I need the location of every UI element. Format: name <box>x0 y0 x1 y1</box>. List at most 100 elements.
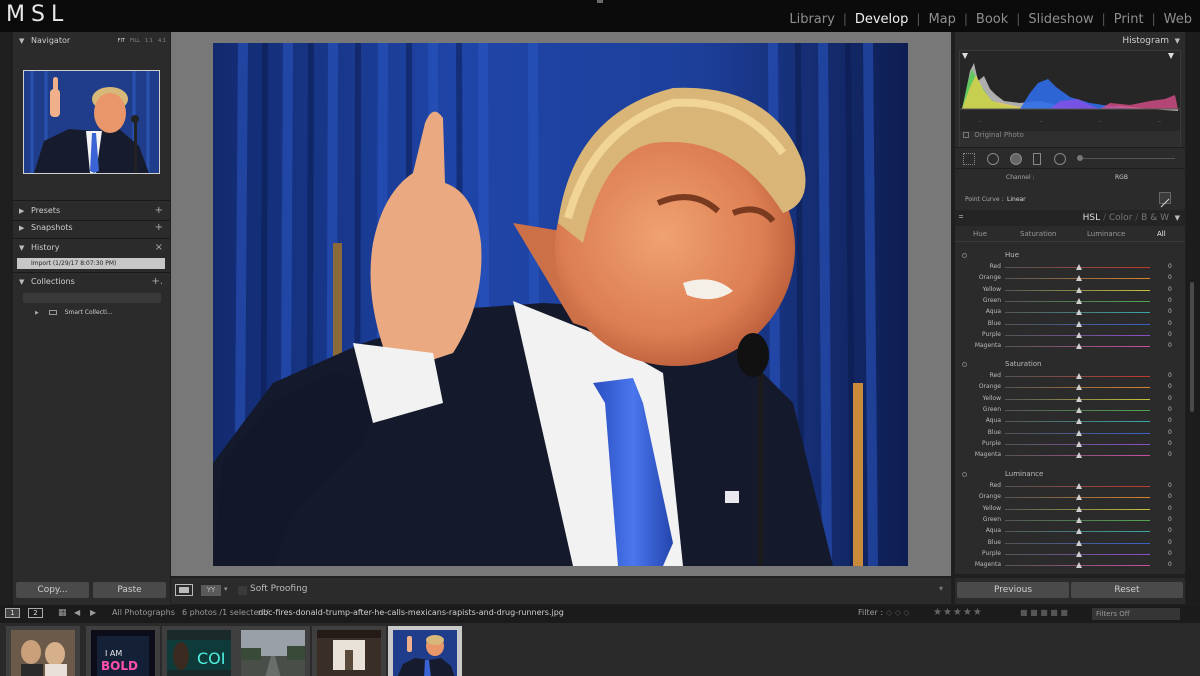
point-curve-edit-icon[interactable] <box>1159 192 1171 208</box>
color-label-filter[interactable]: ■ ■ ■ ■ ■ <box>1020 608 1068 617</box>
slider-value[interactable]: 0 <box>1168 320 1172 327</box>
history-item-import[interactable]: Import (1/29/17 8:07:30 PM) <box>17 258 165 269</box>
slider-value[interactable]: 0 <box>1168 451 1172 458</box>
paste-settings-button[interactable]: Paste <box>93 582 166 598</box>
add-collection-icon[interactable]: +. <box>151 273 163 291</box>
slider-thumb[interactable] <box>1076 494 1082 501</box>
slider-value[interactable]: 0 <box>1168 286 1172 293</box>
filmstrip-thumb[interactable]: I AM BOLD <box>86 626 160 676</box>
right-panel-scrollbar[interactable] <box>1186 32 1200 604</box>
tab-luminance[interactable]: Luminance <box>1087 230 1125 238</box>
slider-thumb[interactable] <box>1076 418 1082 425</box>
spot-removal-icon[interactable] <box>987 153 999 165</box>
reset-button[interactable]: Reset <box>1071 582 1183 598</box>
slider-value[interactable]: 0 <box>1168 429 1172 436</box>
main-photo[interactable] <box>213 43 908 566</box>
slider-thumb[interactable] <box>1076 320 1082 327</box>
slider-value[interactable]: 0 <box>1168 417 1172 424</box>
monitor-1-button[interactable]: 1 <box>5 608 20 618</box>
slider-thumb[interactable] <box>1076 539 1082 546</box>
zoom-1-1-button[interactable]: 1:1 <box>145 32 153 50</box>
slider-value[interactable]: 0 <box>1168 550 1172 557</box>
slider-thumb[interactable] <box>1076 264 1082 270</box>
slider-thumb[interactable] <box>1076 562 1082 569</box>
slider-value[interactable]: 0 <box>1168 527 1172 534</box>
module-map[interactable]: Map <box>920 12 963 27</box>
toolbar-menu-icon[interactable]: ▾ <box>939 584 943 593</box>
monitor-2-button[interactable]: 2 <box>28 608 43 618</box>
filmstrip-thumb[interactable] <box>6 626 80 676</box>
slider-value[interactable]: 0 <box>1168 372 1172 379</box>
chevron-down-icon[interactable]: ▾ <box>224 585 228 593</box>
flag-filter-icon[interactable]: ◇ ◇ ◇ <box>886 608 910 617</box>
slider-thumb[interactable] <box>1076 483 1082 489</box>
slider-value[interactable]: 0 <box>1168 482 1172 489</box>
navigator-header[interactable]: ▼ Navigator FIT FILL 1:1 4:1 <box>13 32 170 50</box>
slider-thumb[interactable] <box>1076 384 1082 391</box>
scrollbar-thumb[interactable] <box>1190 282 1194 412</box>
slider-value[interactable]: 0 <box>1168 383 1172 390</box>
slider-thumb[interactable] <box>1076 309 1082 316</box>
filmstrip-source[interactable]: All Photographs <box>112 608 175 617</box>
module-book[interactable]: Book <box>968 12 1016 27</box>
slider-value[interactable]: 0 <box>1168 406 1172 413</box>
slider-value[interactable]: 0 <box>1168 440 1172 447</box>
clear-history-icon[interactable]: × <box>155 239 163 257</box>
previous-button[interactable]: Previous <box>957 582 1069 598</box>
slider-thumb[interactable] <box>1076 286 1082 293</box>
slider-thumb[interactable] <box>1076 440 1082 447</box>
history-header[interactable]: ▼ History × <box>13 239 170 257</box>
slider-value[interactable]: 0 <box>1168 505 1172 512</box>
slider-thumb[interactable] <box>1076 516 1082 523</box>
slider-thumb[interactable] <box>1076 275 1082 282</box>
collections-filter-input[interactable] <box>23 293 161 303</box>
original-photo-toggle[interactable]: Original Photo <box>963 131 1024 139</box>
back-arrow-icon[interactable]: ◀ <box>74 608 80 617</box>
crop-tool-icon[interactable] <box>963 153 975 165</box>
collapse-triangle-icon[interactable]: ▼ <box>1175 37 1180 45</box>
slider-thumb[interactable] <box>1076 373 1082 379</box>
filmstrip-thumb[interactable] <box>312 626 386 676</box>
target-adjustment-icon[interactable] <box>962 253 967 258</box>
filmstrip-thumb-selected[interactable] <box>388 626 462 676</box>
brush-slider-thumb[interactable] <box>1077 155 1083 161</box>
loupe-view-icon[interactable] <box>175 584 193 596</box>
filters-off-select[interactable]: Filters Off <box>1092 608 1180 620</box>
channel-select[interactable]: RGB <box>1115 174 1128 181</box>
original-photo-checkbox[interactable] <box>963 132 969 138</box>
add-snapshot-icon[interactable]: + <box>155 219 163 237</box>
slider-value[interactable]: 0 <box>1168 539 1172 546</box>
slider-value[interactable]: 0 <box>1168 263 1172 270</box>
slider-thumb[interactable] <box>1076 550 1082 557</box>
tab-hsl[interactable]: HSL <box>1083 213 1101 223</box>
grid-view-icon[interactable]: ▦ <box>58 608 67 618</box>
snapshots-header[interactable]: ▶ Snapshots + <box>13 219 170 237</box>
slider-value[interactable]: 0 <box>1168 308 1172 315</box>
slider-thumb[interactable] <box>1076 406 1082 413</box>
slider-thumb[interactable] <box>1076 297 1082 304</box>
slider-thumb[interactable] <box>1076 452 1082 459</box>
slider-thumb[interactable] <box>1076 343 1082 350</box>
slider-value[interactable]: 0 <box>1168 493 1172 500</box>
brush-slider[interactable] <box>1079 158 1175 159</box>
filmstrip-thumb[interactable] <box>236 626 310 676</box>
slider-value[interactable]: 0 <box>1168 274 1172 281</box>
tab-bw[interactable]: B & W <box>1141 213 1169 223</box>
copy-settings-button[interactable]: Copy... <box>16 582 89 598</box>
navigator-preview[interactable] <box>23 70 160 174</box>
target-adjustment-icon[interactable] <box>962 362 967 367</box>
slider-value[interactable]: 0 <box>1168 331 1172 338</box>
collection-item-smart[interactable]: ▶ Smart Collecti... <box>35 309 113 316</box>
collapse-triangle-icon[interactable]: ▼ <box>1175 214 1180 222</box>
slider-value[interactable]: 0 <box>1168 297 1172 304</box>
slider-thumb[interactable] <box>1076 528 1082 535</box>
graduated-filter-icon[interactable] <box>1033 153 1041 165</box>
slider-value[interactable]: 0 <box>1168 342 1172 349</box>
slider-value[interactable]: 0 <box>1168 561 1172 568</box>
tab-saturation[interactable]: Saturation <box>1020 230 1057 238</box>
soft-proofing-checkbox[interactable] <box>238 586 247 595</box>
filmstrip-thumb[interactable]: COI <box>162 626 236 676</box>
tab-color[interactable]: Color <box>1109 213 1133 223</box>
slider-value[interactable]: 0 <box>1168 516 1172 523</box>
slider-value[interactable]: 0 <box>1168 395 1172 402</box>
